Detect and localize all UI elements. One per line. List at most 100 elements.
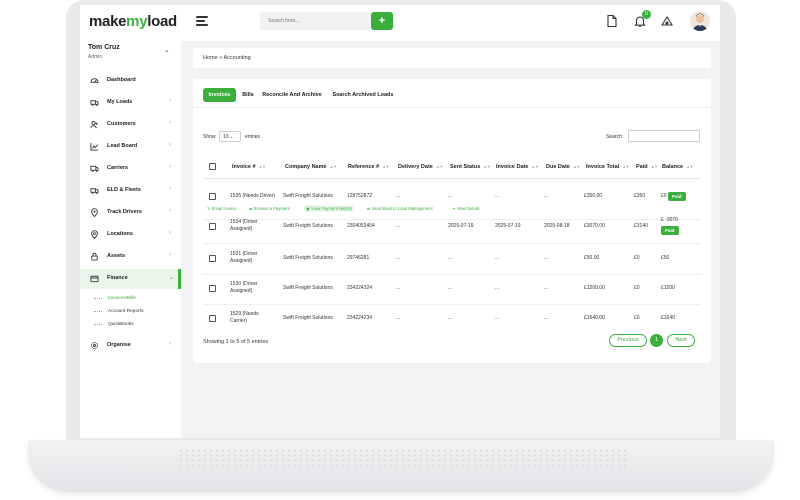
table-search-label: Search: — [606, 134, 624, 140]
sidebar-item-label: Finance — [107, 275, 128, 281]
sidebar-item-lead-board[interactable]: Lead Board › — [80, 137, 181, 157]
sidebar-item-eld-fleets[interactable]: ELD & Fleets › — [80, 181, 181, 201]
invoice-number[interactable]: 1531 (Driver Assigned) — [230, 251, 258, 265]
sidebar-item-organise[interactable]: Organise › — [80, 336, 181, 356]
sidebar-item-label: Track Drivers — [107, 209, 142, 215]
invoice-number[interactable]: 1535 (Needs Driver) — [230, 193, 275, 200]
entries-select[interactable]: 10 ⌄ — [219, 131, 241, 142]
column-header-invoice[interactable]: Invoice # ▲▼ — [232, 164, 266, 170]
email-invoice-action[interactable]: ✎ Email Invoice — [207, 206, 237, 211]
tab-reconcile-archive[interactable]: Reconcile And Archive — [260, 88, 324, 102]
column-header-reference[interactable]: Reference # ▲▼ — [348, 164, 390, 170]
due-date: ... — [544, 315, 549, 321]
select-all-checkbox[interactable] — [209, 163, 216, 170]
user-name[interactable]: Tom Cruz — [88, 44, 120, 51]
column-header-company[interactable]: Company Name ▲▼ — [285, 164, 337, 170]
status-badge: Paid — [668, 192, 686, 201]
sidebar-item-locations[interactable]: Locations › — [80, 225, 181, 245]
sidebar-subitem-account-reports[interactable]: Account Reports — [93, 309, 143, 314]
receive-payment-action[interactable]: ▰ Receive a Payment — [249, 206, 290, 211]
chevron-right-icon: › — [169, 252, 171, 258]
sort-icon: ▲▼ — [686, 164, 694, 169]
sort-icon: ▲▼ — [329, 164, 337, 169]
show-label: Show — [203, 134, 216, 140]
reference-number: 29746281 — [347, 255, 370, 261]
delivery-date: ... — [396, 193, 401, 199]
sort-icon: ▲▼ — [531, 164, 539, 169]
sidebar-item-my-loads[interactable]: My Loads › — [80, 93, 181, 113]
app-screen: makemyload + 0 Tom Cruz Admin ⌄ Dashboar… — [80, 5, 720, 438]
previous-button[interactable]: Previous — [609, 334, 647, 347]
sidebar-subitem-quickbooks[interactable]: QuickBooks — [94, 322, 134, 327]
column-header-invoice-date[interactable]: Invoice Date ▲▼ — [496, 164, 539, 170]
invoice-number[interactable]: 1529 (Needs Carrier) — [230, 311, 259, 325]
balance: £0 — [661, 193, 667, 199]
chevron-right-icon: › — [169, 186, 171, 192]
next-button[interactable]: Next — [667, 334, 695, 347]
sidebar-item-assets[interactable]: Assets › — [80, 247, 181, 267]
chevron-right-icon: › — [169, 230, 171, 236]
map-pin-icon — [91, 230, 98, 239]
sidebar-item-customers[interactable]: Customers › — [80, 115, 181, 135]
column-header-due-date[interactable]: Due Date ▲▼ — [546, 164, 580, 170]
search-input[interactable] — [260, 12, 372, 30]
row-checkbox[interactable] — [209, 285, 216, 292]
top-bar: makemyload + 0 — [80, 5, 720, 41]
chart-icon — [90, 142, 99, 151]
row-checkbox[interactable] — [209, 223, 216, 230]
sidebar-subitem-invoices-bills[interactable]: Invoices/Bills — [94, 296, 136, 301]
breadcrumb-current: Accounting — [223, 55, 251, 61]
row-checkbox[interactable] — [209, 193, 216, 200]
gear-icon — [91, 342, 98, 349]
sort-icon: ▲▼ — [622, 164, 630, 169]
breadcrumb-home[interactable]: Home — [203, 55, 218, 61]
table-search-input[interactable] — [628, 130, 700, 142]
delivery-date: ... — [396, 315, 401, 321]
invoice-number[interactable]: 1530 (Driver Assigned) — [230, 281, 258, 295]
theme-toggle-icon[interactable] — [660, 14, 674, 28]
sidebar-item-label: Customers — [107, 121, 136, 127]
tab-search-archived-loads[interactable]: Search Archived Loads — [330, 88, 396, 102]
invoice-total: £1200.00 — [584, 285, 605, 291]
invoice-number[interactable]: 1534 (Driver Assigned) — [230, 219, 258, 233]
view-details-action[interactable]: ➜ View Details — [452, 206, 480, 211]
row-checkbox[interactable] — [209, 315, 216, 322]
invoice-date: ... — [495, 315, 500, 321]
column-header-paid[interactable]: Paid ▲▼ — [636, 164, 658, 170]
carrier-truck-icon — [90, 165, 99, 172]
column-header-invoice-total[interactable]: Invoice Total ▲▼ — [586, 164, 630, 170]
logo[interactable]: makemyload — [89, 13, 177, 30]
sidebar-item-carriers[interactable]: Carriers › — [80, 159, 181, 179]
accounting-card: Invoices Bills Reconcile And Archive Sea… — [193, 79, 711, 363]
company-name: Swift Freight Solutions — [283, 285, 333, 291]
tab-bills[interactable]: Bills — [239, 88, 257, 102]
divider — [203, 219, 701, 220]
entries-label: entries — [245, 134, 261, 140]
showing-entries-info: Showing 1 to 5 of 5 entries — [203, 339, 269, 345]
sidebar-item-finance[interactable]: Finance ⌄ — [80, 269, 181, 289]
balance: £50 — [661, 255, 670, 261]
row-checkbox[interactable] — [209, 255, 216, 262]
chevron-right-icon: › — [169, 120, 171, 126]
column-header-delivery-date[interactable]: Delivery Date ▲▼ — [398, 164, 443, 170]
sidebar-item-label: Lead Board — [107, 143, 138, 149]
sort-icon: ▲▼ — [382, 164, 390, 169]
avatar[interactable] — [690, 11, 710, 31]
sidebar-item-track-drivers[interactable]: Track Drivers › — [80, 203, 181, 223]
send-back-action[interactable]: ⇄ Send Back to Load Management — [367, 206, 433, 211]
page-number-button[interactable]: 1 — [650, 334, 663, 347]
menu-toggle-icon[interactable] — [196, 16, 208, 26]
company-name: Swift Freight Solutions — [283, 193, 333, 199]
chevron-down-icon[interactable]: ⌄ — [164, 46, 170, 54]
view-payment-history-action[interactable]: ▣ View Payment History — [304, 205, 355, 212]
add-button[interactable]: + — [371, 12, 393, 30]
company-name: Swift Freight Solutions — [283, 315, 333, 321]
sidebar-item-dashboard[interactable]: Dashboard — [80, 71, 181, 91]
column-header-sent-status[interactable]: Sent Status ▲▼ — [450, 164, 491, 170]
tab-invoices[interactable]: Invoices — [203, 88, 236, 102]
column-header-balance[interactable]: Balance ▲▼ — [662, 164, 694, 170]
delivery-date: ... — [396, 255, 401, 261]
paid-amount: £3140 — [634, 223, 648, 229]
invoice-date: ... — [495, 193, 500, 199]
document-icon[interactable] — [605, 14, 619, 28]
